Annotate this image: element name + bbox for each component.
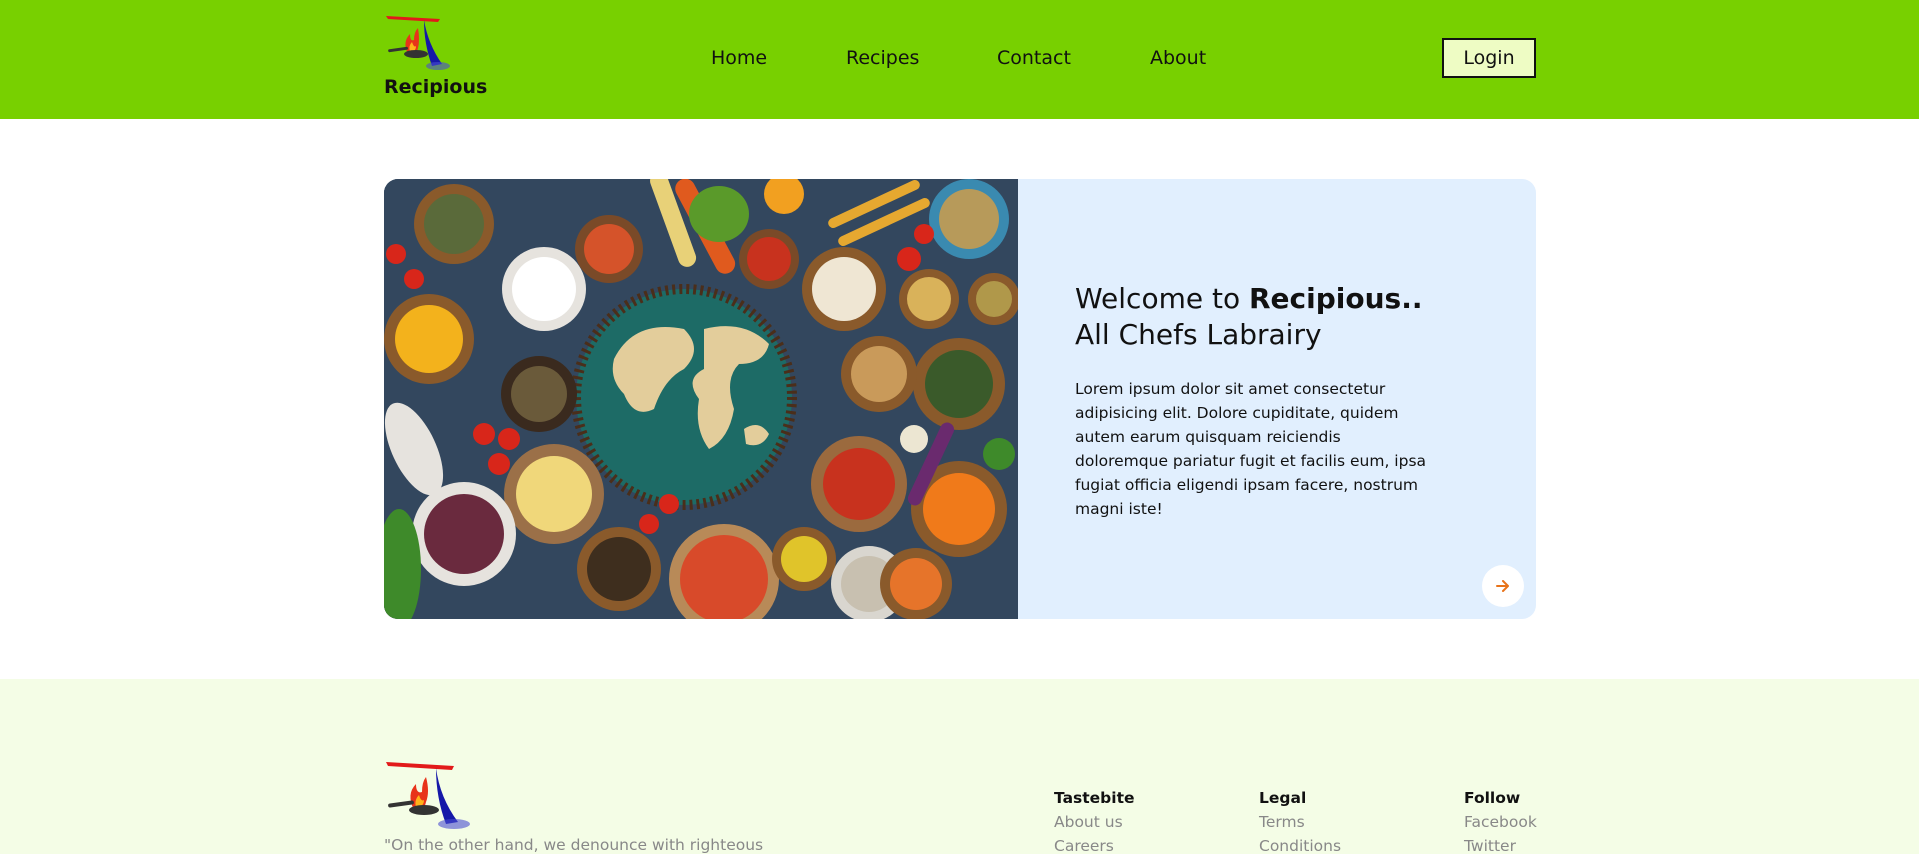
main-nav: Home Recipes Contact About (0, 47, 1919, 73)
site-header: Recipious Home Recipes Contact About Log… (0, 0, 1919, 119)
footer-link-terms[interactable]: Terms (1259, 810, 1419, 834)
hero-next-button[interactable] (1482, 565, 1524, 607)
footer-col-follow: Follow Facebook Twitter (1464, 786, 1624, 854)
footer-quote: "On the other hand, we denounce with rig… (384, 836, 764, 854)
footer-col-title: Legal (1259, 789, 1307, 807)
footer-link-facebook[interactable]: Facebook (1464, 810, 1624, 834)
hero-title-line2: All Chefs Labrairy (1075, 318, 1322, 351)
footer-link-about-us[interactable]: About us (1054, 810, 1214, 834)
footer-col-title: Tastebite (1054, 789, 1135, 807)
recipious-logo-icon[interactable] (384, 760, 494, 832)
hero-card: Welcome to Recipious.. All Chefs Labrairy… (384, 179, 1536, 619)
nav-contact[interactable]: Contact (997, 47, 1071, 69)
arrow-right-icon (1496, 580, 1509, 592)
footer-col-legal: Legal Terms Conditions (1259, 786, 1419, 854)
hero-title: Welcome to Recipious.. All Chefs Labrairy (1075, 281, 1435, 353)
nav-recipes[interactable]: Recipes (846, 47, 919, 69)
nav-home[interactable]: Home (711, 47, 767, 69)
footer-link-conditions[interactable]: Conditions (1259, 834, 1419, 854)
footer-col-tastebite: Tastebite About us Careers (1054, 786, 1214, 854)
login-button[interactable]: Login (1442, 38, 1536, 78)
hero-title-prefix: Welcome to (1075, 282, 1249, 315)
hero-description: Lorem ipsum dolor sit amet consectetur a… (1075, 380, 1427, 518)
footer-link-careers[interactable]: Careers (1054, 834, 1214, 854)
footer-link-twitter[interactable]: Twitter (1464, 834, 1624, 854)
footer-col-title: Follow (1464, 789, 1521, 807)
hero-title-brand: Recipious.. (1249, 282, 1423, 315)
hero-text: Welcome to Recipious.. All Chefs Labrairy… (1075, 281, 1435, 521)
nav-about[interactable]: About (1150, 47, 1206, 69)
site-footer: "On the other hand, we denounce with rig… (0, 679, 1919, 854)
hero-food-image (384, 179, 1018, 619)
brand-name: Recipious (384, 76, 488, 98)
